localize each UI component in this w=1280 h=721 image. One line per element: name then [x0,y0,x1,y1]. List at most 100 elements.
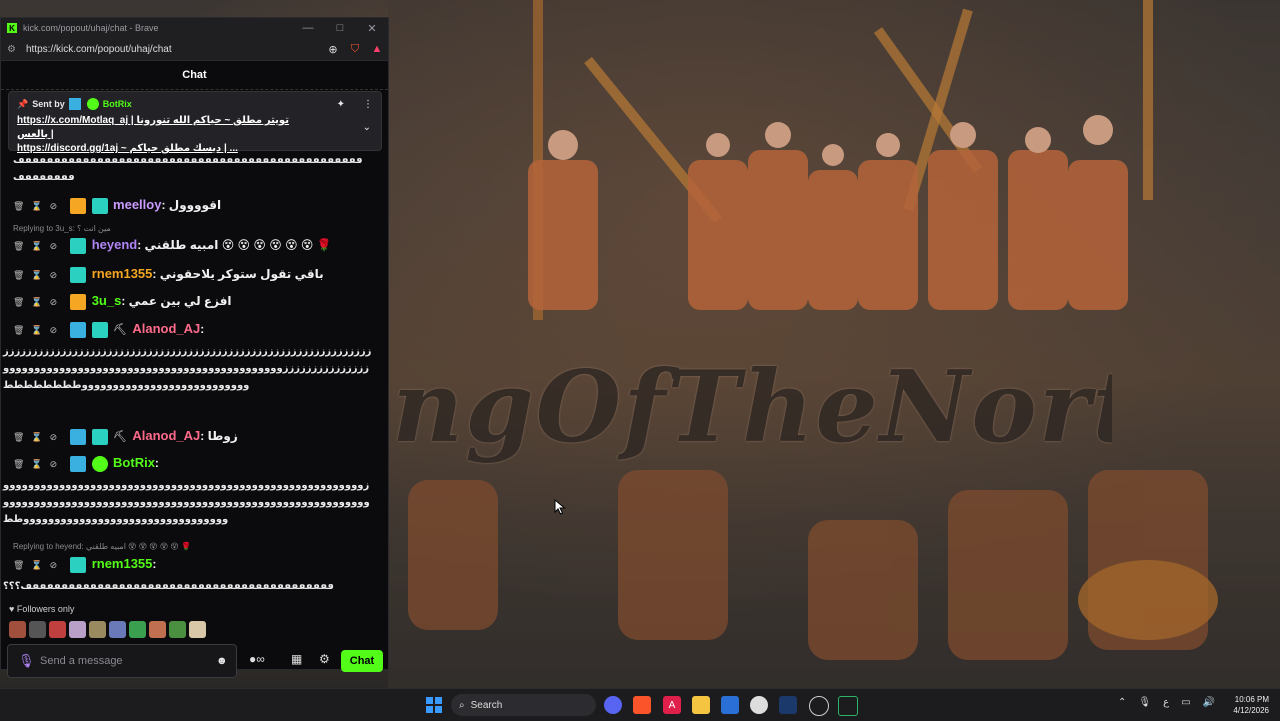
og-badge-icon [70,556,87,573]
pinned-sender[interactable]: BotRix [103,99,132,109]
github-icon[interactable] [750,696,768,714]
clock-date: 4/12/2026 [1233,706,1269,715]
chatter-avatar[interactable] [9,621,26,638]
tool-badge-icon [70,455,87,472]
message-text-continued: ڡڡڡڡڡڡڡڡ [13,172,75,183]
username[interactable]: BotRix [113,455,155,470]
heart-icon: ♥ [9,604,15,614]
kick-logo-icon: K [7,23,17,33]
message-text: امبيه طلقني 😵 😵 😵 😵 😵 😵 🌹 [144,238,332,252]
site-info-icon[interactable]: ⚙ [7,44,16,55]
moderation-tools-icon[interactable]: 🗑⌛⊘ [13,429,67,446]
username[interactable]: rnem1355 [92,556,153,571]
pinned-message[interactable]: 📌 Sent by BotRix ✦ ⋮ https://x.com/Motla… [8,91,382,154]
store-icon[interactable]: ▦ [291,652,302,666]
message-text: زوطا [207,429,238,443]
microphone-icon[interactable]: 🎙 [18,653,40,669]
language-indicator[interactable]: ع [1163,697,1169,708]
chatter-avatar[interactable] [69,621,86,638]
og-badge-icon [70,266,87,283]
close-button[interactable]: ✕ [356,22,388,35]
chatter-avatar[interactable] [49,621,66,638]
moderation-tools-icon[interactable]: 🗑⌛⊘ [13,557,67,574]
sent-by-label: Sent by [32,99,65,109]
clock[interactable]: 10:06 PM 4/12/2026 [1225,694,1269,716]
moderation-tools-icon[interactable]: 🗑⌛⊘ [13,198,67,215]
file-explorer-icon[interactable] [692,696,710,714]
chat-message: 🗑⌛⊘ 3u_s: افزع لي بين عمي [13,292,375,311]
pickaxe-badge-icon: ⛏ [113,430,127,443]
url-text[interactable]: https://kick.com/popout/uhaj/chat [26,44,322,55]
address-bar[interactable]: ⚙ https://kick.com/popout/uhaj/chat ⊕ ⛉ … [1,38,388,61]
search-icon: ⌕ [459,699,465,711]
username[interactable]: heyend [92,237,138,252]
more-options-icon[interactable]: ⋮ [363,99,373,110]
crown-badge-icon [70,293,87,310]
username[interactable]: Alanod_AJ [132,321,200,336]
brave-rewards-icon[interactable]: ▲ [366,43,388,55]
reply-reference[interactable]: Replying to heyend: امبيه طلقني 😵 😵 😵 😵 … [13,542,191,551]
moderation-tools-icon[interactable]: 🗑⌛⊘ [13,267,67,284]
crown-badge-icon [70,197,87,214]
username[interactable]: rnem1355 [92,266,153,281]
chat-header: Chat [1,61,388,90]
chevron-down-icon[interactable]: ⌄ [363,122,371,133]
og-badge-icon [91,321,108,338]
window-title: kick.com/popout/uhaj/chat - Brave [23,23,159,33]
search-label: Search [470,699,503,711]
store-app-icon[interactable] [721,696,739,714]
verified-badge-icon [86,98,99,110]
chat-message: ڡڡڡڡڡڡڡڡڡڡڡڡڡڡڡڡڡڡڡڡڡڡڡڡڡڡڡڡڡڡڡڡڡڡڡڡڡڡڡڡ… [13,152,375,186]
network-icon[interactable]: ▭ [1181,697,1190,708]
chatter-avatar[interactable] [169,621,186,638]
username[interactable]: meelloy [113,197,161,212]
windows-taskbar: ⌕ Search A ⌃ 🎙 ع ▭ 🔊 10:06 PM 4/12/2026 [0,688,1280,721]
chat-message: 🗑⌛⊘ ⛏ Alanod_AJ: زوطا [13,427,375,446]
points-infinity-icon[interactable]: ●∞ [249,652,265,666]
tool-badge-icon [70,321,87,338]
og-badge-icon [70,237,87,254]
moderation-tools-icon[interactable]: 🗑⌛⊘ [13,294,67,311]
adobe-icon[interactable]: A [663,696,681,714]
pickaxe-badge-icon: ⛏ [113,323,127,336]
username[interactable]: Alanod_AJ [132,428,200,443]
emoji-icon[interactable]: ☻ [216,655,236,667]
chat-message: 🗑⌛⊘ meelloy: اقوووول [13,196,375,215]
chatter-avatar[interactable] [29,621,46,638]
taskbar-search[interactable]: ⌕ Search [451,694,596,716]
message-composer[interactable]: 🎙 Send a message ☻ [7,644,237,678]
rockstar-icon[interactable] [809,696,829,716]
chat-messages: ڡڡڡڡڡڡڡڡڡڡڡڡڡڡڡڡڡڡڡڡڡڡڡڡڡڡڡڡڡڡڡڡڡڡڡڡڡڡڡڡ… [1,152,387,592]
chat-message: 🗑⌛⊘ BotRix: زووووووووووووووووووووووووووو… [3,454,375,528]
maximize-button[interactable]: □ [324,22,356,34]
chatter-avatar[interactable] [129,621,146,638]
zoom-icon[interactable]: ⊕ [322,43,344,56]
settings-gear-icon[interactable]: ⚙ [319,652,330,666]
windows-start-icon[interactable] [426,697,442,713]
moderation-tools-icon[interactable]: 🗑⌛⊘ [13,322,67,339]
moderation-tools-icon[interactable]: 🗑⌛⊘ [13,238,67,255]
username[interactable]: 3u_s [92,293,122,308]
send-chat-button[interactable]: Chat [341,650,383,672]
steam-icon[interactable] [779,696,797,714]
chatter-avatar[interactable] [149,621,166,638]
pinned-line-1[interactable]: https://x.com/Motlaq_aj | تويتر مطلق ~ ح… [9,114,315,142]
message-input[interactable]: Send a message [40,655,216,667]
discord-icon[interactable] [604,696,622,714]
reply-reference[interactable]: Replying to 3u_s: مين انت ؟ [13,224,111,233]
unpin-icon[interactable]: ✦ [337,99,345,110]
chatter-avatar[interactable] [89,621,106,638]
chatter-avatar[interactable] [109,621,126,638]
moderation-tools-icon[interactable]: 🗑⌛⊘ [13,456,67,473]
minimize-button[interactable]: — [292,22,324,34]
chatter-avatar[interactable] [189,621,206,638]
chat-message: 🗑⌛⊘ rnem1355: باقي تقول ستوكر يلاحقوني [13,265,375,284]
microphone-tray-icon[interactable]: 🎙 [1138,697,1151,708]
brave-icon[interactable] [633,696,651,714]
mouse-cursor-icon [554,499,566,515]
chevron-up-icon[interactable]: ⌃ [1118,697,1126,708]
message-text: زززززززززززززززززززززززززززززززززززززززز… [3,346,372,391]
volume-icon[interactable]: 🔊 [1203,697,1215,708]
excel-icon[interactable] [838,696,858,716]
brave-shield-icon[interactable]: ⛉ [344,43,366,56]
